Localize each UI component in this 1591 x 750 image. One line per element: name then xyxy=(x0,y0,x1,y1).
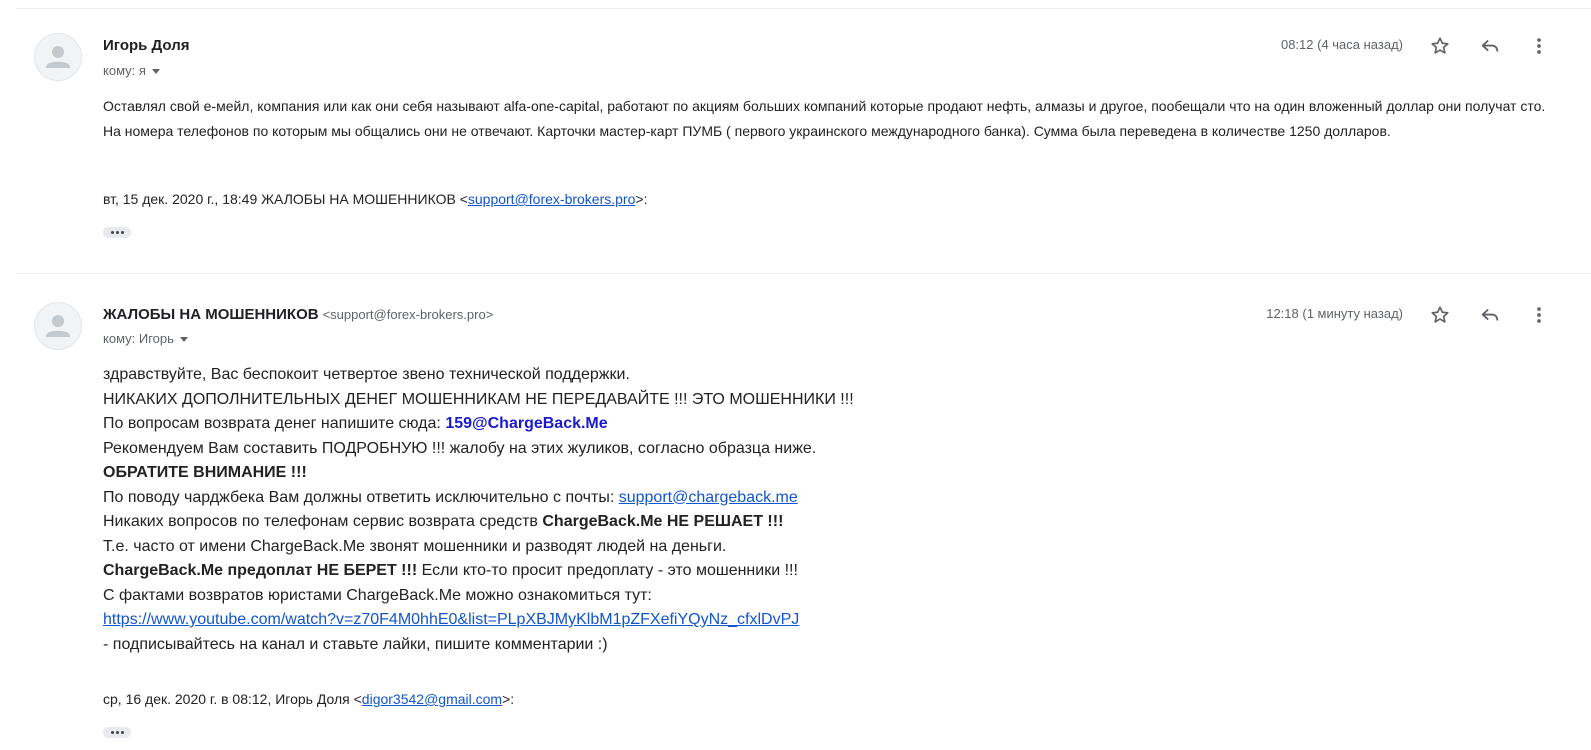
message-body: здравствуйте, Вас беспокоит четвертое зв… xyxy=(103,363,1403,657)
body-line: Рекомендуем Вам составить ПОДРОБНУЮ !!! … xyxy=(103,439,817,457)
sender-avatar[interactable] xyxy=(34,33,82,81)
star-button[interactable] xyxy=(1426,32,1454,60)
body-line: - подписывайтесь на канал и ставьте лайк… xyxy=(103,635,608,653)
body-line: https://www.youtube.com/watch?v=z70F4M0h… xyxy=(103,608,1403,633)
more-vert-icon xyxy=(1537,307,1541,323)
body-line: По поводу чарджбека Вам должны ответить … xyxy=(103,488,798,506)
more-options-button[interactable] xyxy=(1525,301,1553,329)
quote-header: вт, 15 дек. 2020 г., 18:49 ЖАЛОБЫ НА МОШ… xyxy=(103,191,648,207)
quote-email-link[interactable]: support@forex-brokers.pro xyxy=(468,191,636,207)
youtube-link[interactable]: https://www.youtube.com/watch?v=z70F4M0h… xyxy=(103,611,799,628)
person-icon xyxy=(46,315,70,337)
body-line: ChargeBack.Me предоплат НЕ БЕРЕТ !!! Есл… xyxy=(103,562,798,579)
caret-down-icon xyxy=(179,337,188,343)
support-email-link[interactable]: support@chargeback.me xyxy=(619,489,798,506)
reply-icon xyxy=(1481,308,1499,321)
email-message: ЖАЛОБЫ НА МОШЕННИКОВ <support@forex-broke… xyxy=(0,285,1591,750)
body-line: По вопросам возврата денег напишите сюда… xyxy=(103,415,608,432)
message-divider xyxy=(16,273,1591,274)
body-line: Никаких вопросов по телефонам сервис воз… xyxy=(103,513,784,530)
show-trimmed-content-button[interactable] xyxy=(103,727,131,738)
email-message: Игорь Доля кому: я 08:12 (4 часа назад) … xyxy=(0,0,1591,260)
message-body: Оставлял свой е-мейл, компания или как о… xyxy=(103,98,1546,139)
sender-name[interactable]: Игорь Доля xyxy=(103,37,189,54)
star-icon xyxy=(1431,37,1449,54)
reply-icon xyxy=(1481,39,1499,52)
quote-header: ср, 16 дек. 2020 г. в 08:12, Игорь Доля … xyxy=(103,691,515,707)
message-time: 08:12 (4 часа назад) xyxy=(1280,37,1403,52)
recipient-dropdown[interactable]: кому: я xyxy=(103,63,160,78)
show-trimmed-content-button[interactable] xyxy=(103,227,131,238)
star-button[interactable] xyxy=(1426,301,1454,329)
star-icon xyxy=(1431,306,1449,323)
chargeback-email[interactable]: 159@ChargeBack.Me xyxy=(445,415,607,432)
sender-name[interactable]: ЖАЛОБЫ НА МОШЕННИКОВ <support@forex-broke… xyxy=(103,306,493,323)
sender-avatar[interactable] xyxy=(34,302,82,350)
more-options-button[interactable] xyxy=(1525,32,1553,60)
ellipsis-icon xyxy=(110,231,114,234)
sender-email: <support@forex-brokers.pro> xyxy=(322,307,494,322)
body-line: С фактами возвратов юристами ChargeBack.… xyxy=(103,586,652,604)
body-line: здравствуйте, Вас беспокоит четвертое зв… xyxy=(103,366,630,383)
reply-button[interactable] xyxy=(1476,32,1504,60)
ellipsis-icon xyxy=(110,731,114,734)
more-vert-icon xyxy=(1537,38,1541,54)
caret-down-icon xyxy=(151,69,160,75)
body-line: НИКАКИХ ДОПОЛНИТЕЛЬНЫХ ДЕНЕГ МОШЕННИКАМ … xyxy=(103,390,854,408)
body-line: Т.е. часто от имени ChargeBack.Me звонят… xyxy=(103,537,727,555)
message-time: 12:18 (1 минуту назад) xyxy=(1266,306,1403,321)
recipient-dropdown[interactable]: кому: Игорь xyxy=(103,331,188,346)
person-icon xyxy=(46,46,70,68)
quote-email-link[interactable]: digor3542@gmail.com xyxy=(362,691,502,707)
reply-button[interactable] xyxy=(1476,301,1504,329)
body-line: ОБРАТИТЕ ВНИМАНИЕ !!! xyxy=(103,464,307,481)
